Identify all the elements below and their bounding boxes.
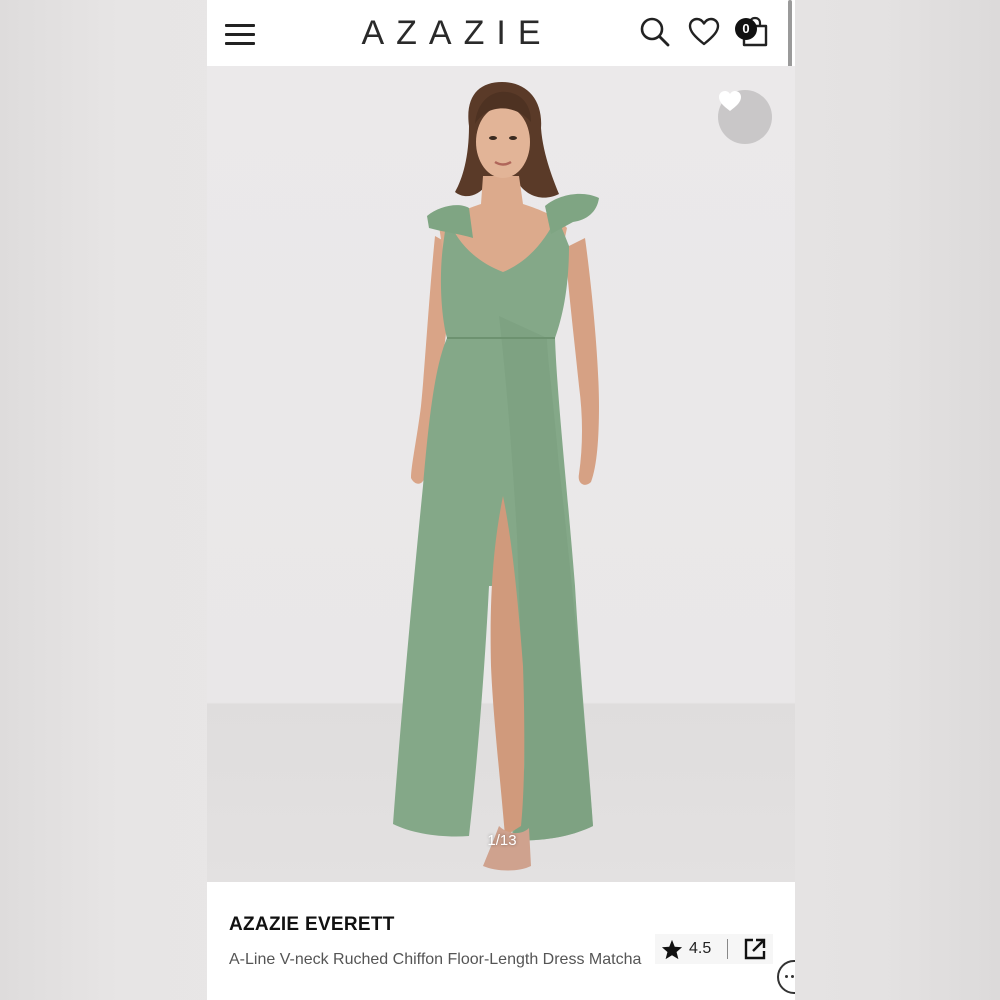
product-name: AZAZIE EVERETT	[229, 914, 395, 935]
rating-value[interactable]: 4.5	[689, 940, 711, 958]
brand-logo[interactable]: AZAZIE	[327, 14, 587, 53]
star-icon	[661, 939, 683, 960]
product-info: AZAZIE EVERETT A-Line V-neck Ruched Chif…	[207, 882, 795, 1000]
mobile-page: AZAZIE 0 1/13 AZAZIE EVERETT A-Line V-ne…	[207, 0, 795, 1000]
divider	[727, 939, 728, 959]
favorite-button[interactable]	[718, 90, 772, 144]
top-nav-bar: AZAZIE 0	[207, 0, 795, 67]
wishlist-heart-icon[interactable]	[686, 14, 722, 50]
product-image-gallery[interactable]: 1/13	[207, 66, 795, 882]
search-icon[interactable]	[637, 14, 673, 50]
heart-icon	[719, 91, 741, 111]
cart-count-badge: 0	[735, 18, 757, 40]
hamburger-menu-icon[interactable]	[225, 21, 255, 47]
product-description: A-Line V-neck Ruched Chiffon Floor-Lengt…	[229, 951, 642, 968]
model-dress-photo	[393, 82, 599, 871]
image-counter: 1/13	[487, 832, 517, 849]
share-external-icon[interactable]	[743, 937, 767, 961]
rating-share-bar: 4.5	[655, 934, 773, 964]
more-options-icon[interactable]	[777, 960, 795, 994]
